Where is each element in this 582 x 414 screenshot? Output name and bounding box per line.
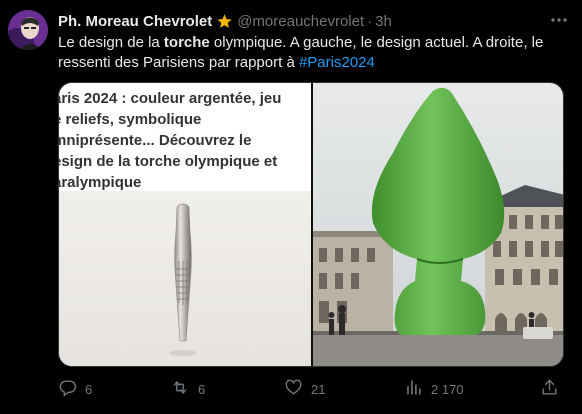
like-count: 21 (311, 381, 326, 397)
tweet-text: Le design de la torche olympique. A gauc… (58, 33, 574, 73)
star-badge-icon (216, 13, 233, 30)
repost-count: 6 (198, 381, 206, 397)
reply-icon (58, 378, 77, 400)
author-name[interactable]: Ph. Moreau Chevrolet (58, 13, 212, 30)
repost-button[interactable]: 6 (170, 376, 205, 402)
views-button[interactable]: 2 170 (404, 376, 464, 402)
separator-dot: · (367, 12, 373, 30)
more-dots-icon[interactable] (546, 8, 572, 32)
caption-line: aris 2024 : couleur argentée, jeu (59, 90, 282, 107)
author-handle[interactable]: @moreauchevrolet (237, 13, 364, 30)
torch-backdrop (59, 191, 311, 366)
tweet-header: Ph. Moreau Chevrolet @moreauchevrolet · … (58, 11, 568, 31)
avatar[interactable] (8, 10, 48, 50)
like-button[interactable]: 21 (284, 376, 325, 402)
tweet-actions: 6 6 21 2 170 (58, 376, 568, 402)
caption-line: esign de la torche olympique et (59, 153, 278, 170)
share-icon (540, 378, 559, 400)
timestamp[interactable]: 3h (375, 13, 392, 30)
torch-image[interactable]: aris 2024 : couleur argentée, jeu e reli… (59, 83, 311, 366)
media-container[interactable]: aris 2024 : couleur argentée, jeu e reli… (58, 82, 564, 367)
caption-line: mniprésente... Découvrez le (59, 132, 252, 149)
torch-icon (169, 203, 197, 356)
reply-button[interactable]: 6 (58, 376, 92, 402)
repost-icon (170, 378, 190, 400)
article-caption: aris 2024 : couleur argentée, jeu e reli… (59, 83, 311, 191)
hashtag-link[interactable]: #Paris2024 (299, 54, 375, 71)
caption-line: aralympique (59, 174, 142, 191)
views-count: 2 170 (431, 381, 464, 397)
caption-line: e reliefs, symbolique (59, 111, 202, 128)
tweet-text-bold: torche (163, 34, 210, 51)
tweet-text-part1: Le design de la (58, 34, 164, 51)
views-icon (404, 378, 423, 400)
sculpture-image[interactable] (313, 83, 563, 366)
reply-count: 6 (85, 381, 93, 397)
share-button[interactable] (540, 376, 559, 402)
heart-icon (284, 378, 303, 400)
